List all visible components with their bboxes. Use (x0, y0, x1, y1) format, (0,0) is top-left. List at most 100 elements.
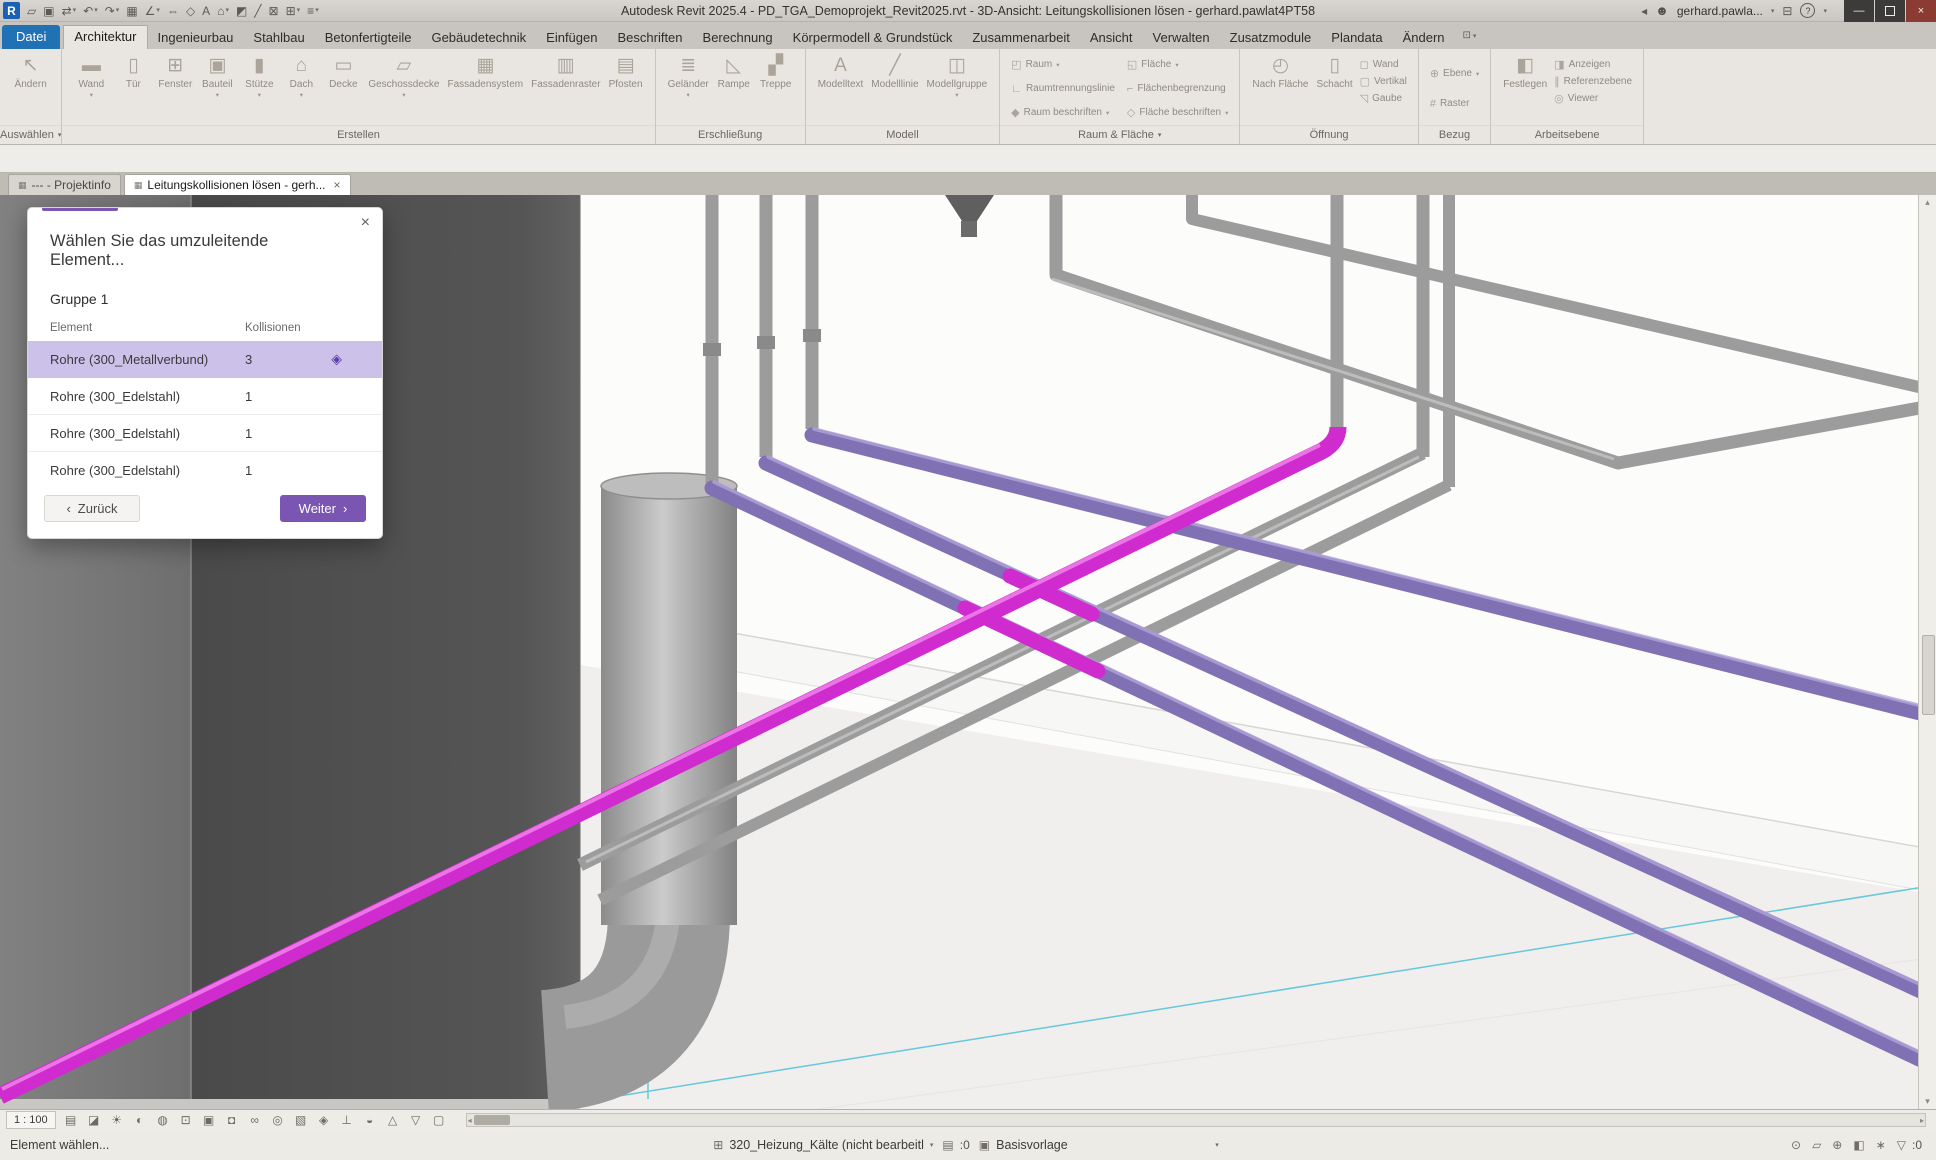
scroll-right-icon[interactable]: ▸ (1920, 1114, 1924, 1127)
customize-quick-access-button[interactable]: ≡ ▾ (307, 5, 319, 17)
constraints-icon[interactable]: ⊥ (339, 1114, 355, 1126)
ribbon-button-raster[interactable]: # Raster (1428, 98, 1472, 110)
ribbon-button-nach-fläche[interactable]: ◴ Nach Fläche (1249, 52, 1311, 92)
ribbon-button-referenzebene[interactable]: ∥ Referenzebene (1552, 75, 1634, 88)
view-scale-control[interactable]: 1 : 100 (6, 1111, 56, 1129)
ribbon-button-viewer[interactable]: ◎ Viewer (1552, 92, 1634, 105)
vertical-scroll-thumb[interactable] (1922, 635, 1935, 715)
crop-view-icon[interactable]: ⊡ (178, 1114, 194, 1126)
ribbon-button-geländer[interactable]: ≣ Geländer ▾ (665, 52, 712, 101)
help-icon[interactable]: ? (1800, 3, 1816, 18)
ribbon-tab-datei[interactable]: Datei (2, 25, 61, 49)
minimize-button[interactable]: — (1844, 0, 1874, 22)
select-by-face-icon[interactable]: ◧ (1853, 1139, 1864, 1151)
ribbon-tab-ansicht[interactable]: Ansicht (1080, 26, 1143, 49)
rendering-icon[interactable]: ◍ (155, 1114, 171, 1126)
ribbon-tab-zusatzmodule[interactable]: Zusatzmodule (1220, 26, 1322, 49)
revit-logo-icon[interactable]: R (3, 2, 20, 19)
open-file-button[interactable]: ▱ (27, 5, 36, 17)
scroll-up-icon[interactable]: ▴ (1919, 197, 1936, 208)
ribbon-tab-ingenieurbau[interactable]: Ingenieurbau (148, 26, 244, 49)
locate-element-icon[interactable]: ◈ (331, 351, 342, 368)
analytical-icon[interactable]: △ (385, 1114, 401, 1126)
ribbon-tab-zusammenarbeit[interactable]: Zusammenarbeit (962, 26, 1080, 49)
ribbon-display-toggle[interactable]: ⊡ ▾ (1463, 30, 1477, 41)
scroll-down-icon[interactable]: ▾ (1919, 1096, 1936, 1107)
panel-label-auswählen[interactable]: Auswählen ▾ (0, 125, 62, 144)
ribbon-button-wand[interactable]: ▬ Wand ▾ (71, 52, 111, 101)
visual-style-icon[interactable]: ◪ (86, 1114, 102, 1126)
displacement-icon[interactable]: ◈ (316, 1114, 332, 1126)
ribbon-button-vertikal[interactable]: ▢ Vertikal (1358, 75, 1409, 88)
vertical-scrollbar[interactable]: ▴ ▾ (1918, 195, 1936, 1109)
ribbon-button-raum[interactable]: ◰ Raum ▾ (1009, 58, 1117, 71)
ribbon-button-decke[interactable]: ▭ Decke (323, 52, 363, 92)
switch-windows-button[interactable]: ⊞ ▾ (286, 5, 301, 17)
panel-label-modell[interactable]: Modell (805, 125, 1000, 144)
dialog-row-3[interactable]: Rohre (300_Edelstahl) 1 (28, 452, 382, 488)
ribbon-button-fläche[interactable]: ◱ Fläche ▾ (1125, 58, 1230, 71)
dialog-row-0[interactable]: Rohre (300_Metallverbund) 3 ◈ (28, 341, 382, 378)
panel-label-erschließung[interactable]: Erschließung (655, 125, 805, 144)
ribbon-button-gaube[interactable]: ◹ Gaube (1358, 92, 1409, 105)
thin-lines-button[interactable]: ╱ (254, 5, 261, 17)
ribbon-tab-stahlbau[interactable]: Stahlbau (243, 26, 314, 49)
ribbon-tab-architektur[interactable]: Architektur (63, 25, 148, 49)
ribbon-button-ebene[interactable]: ⊕ Ebene ▾ (1428, 67, 1481, 80)
view-tab-projektinfo[interactable]: ▦ --- - Projektinfo (8, 174, 121, 195)
crop-region-icon[interactable]: ▣ (201, 1114, 217, 1126)
print-button[interactable]: ▦ (126, 5, 137, 17)
ribbon-button-festlegen[interactable]: ◧ Festlegen (1500, 52, 1550, 92)
shadows-icon[interactable]: ◐ (132, 1114, 148, 1126)
save-button[interactable]: ▣ (43, 5, 54, 17)
close-hidden-windows-button[interactable]: ⊠ (269, 5, 279, 17)
ribbon-button-ändern[interactable]: ↖ Ändern (11, 52, 51, 92)
scroll-left-icon[interactable]: ◂ (468, 1114, 472, 1127)
ribbon-button-treppe[interactable]: ▞ Treppe (756, 52, 796, 92)
select-pinned-icon[interactable]: ⊕ (1832, 1139, 1842, 1151)
ribbon-tab-ändern[interactable]: Ändern (1393, 26, 1455, 49)
sync-with-central-button[interactable]: ⇄ ▾ (62, 5, 77, 17)
ribbon-tab-betonfertigteile[interactable]: Betonfertigteile (315, 26, 422, 49)
ribbon-button-modelllinie[interactable]: ╱ Modelllinie (868, 52, 921, 92)
dialog-row-2[interactable]: Rohre (300_Edelstahl) 1 (28, 415, 382, 452)
reveal-hidden-icon[interactable]: ◎ (270, 1114, 286, 1126)
ribbon-tab-verwalten[interactable]: Verwalten (1143, 26, 1220, 49)
ribbon-button-geschossdecke[interactable]: ▱ Geschossdecke ▾ (365, 52, 442, 101)
horizontal-scroll-thumb[interactable] (473, 1115, 510, 1125)
ribbon-button-anzeigen[interactable]: ◨ Anzeigen (1552, 58, 1634, 71)
ribbon-button-schacht[interactable]: ▯ Schacht (1313, 52, 1355, 92)
view-tab-leitungskollisionen-lösen-gerh[interactable]: ▦ Leitungskollisionen lösen - gerh... × (123, 174, 351, 195)
ribbon-button-modellgruppe[interactable]: ◫ Modellgruppe ▾ (924, 52, 991, 101)
dialog-close-icon[interactable]: × (361, 215, 370, 231)
panel-label-raum-fläche[interactable]: Raum & Fläche ▾ (1000, 125, 1240, 144)
redo-button[interactable]: ↷ ▾ (105, 5, 120, 17)
ribbon-tab-beschriften[interactable]: Beschriften (607, 26, 692, 49)
ribbon-button-bauteil[interactable]: ▣ Bauteil ▾ (197, 52, 237, 101)
maximize-button[interactable] (1875, 0, 1905, 22)
horizontal-scrollbar[interactable]: ◂ ▸ (465, 1113, 1926, 1127)
ribbon-button-raum-beschriften[interactable]: ◆ Raum beschriften ▾ (1009, 106, 1117, 119)
undo-button[interactable]: ↶ ▾ (83, 5, 98, 17)
editing-requests[interactable]: ▤ :0 (942, 1138, 969, 1152)
ribbon-button-fenster[interactable]: ⊞ Fenster (155, 52, 195, 92)
section-box-icon[interactable]: ▢ (431, 1114, 447, 1126)
tag-by-category-button[interactable]: ◇ (186, 5, 195, 17)
panel-label-bezug[interactable]: Bezug (1418, 125, 1491, 144)
design-option-dropdown[interactable]: ▣ Basisvorlage ▾ (979, 1138, 1219, 1152)
window-nav-icon[interactable]: ◂ (1641, 5, 1647, 17)
drag-elements-icon[interactable]: ∗ (1876, 1139, 1886, 1151)
lock-view-icon[interactable]: ◘ (224, 1114, 240, 1126)
sun-path-icon[interactable]: ☀ (109, 1114, 125, 1126)
view-tab-close-icon[interactable]: × (334, 178, 341, 192)
aligned-dimension-button[interactable]: ⇔ (167, 5, 179, 17)
ribbon-button-tür[interactable]: ▯ Tür (113, 52, 153, 92)
dialog-row-1[interactable]: Rohre (300_Edelstahl) 1 (28, 378, 382, 415)
panel-label-öffnung[interactable]: Öffnung (1240, 125, 1418, 144)
default-3d-view-button[interactable]: ⌂ ▾ (217, 5, 229, 17)
ribbon-tab-einfügen[interactable]: Einfügen (536, 26, 607, 49)
close-button[interactable]: × (1906, 0, 1936, 22)
ribbon-button-wand[interactable]: ◻ Wand (1358, 58, 1409, 71)
ribbon-button-fläche-beschriften[interactable]: ◇ Fläche beschriften ▾ (1125, 106, 1230, 119)
section-button[interactable]: ◩ (236, 5, 247, 17)
